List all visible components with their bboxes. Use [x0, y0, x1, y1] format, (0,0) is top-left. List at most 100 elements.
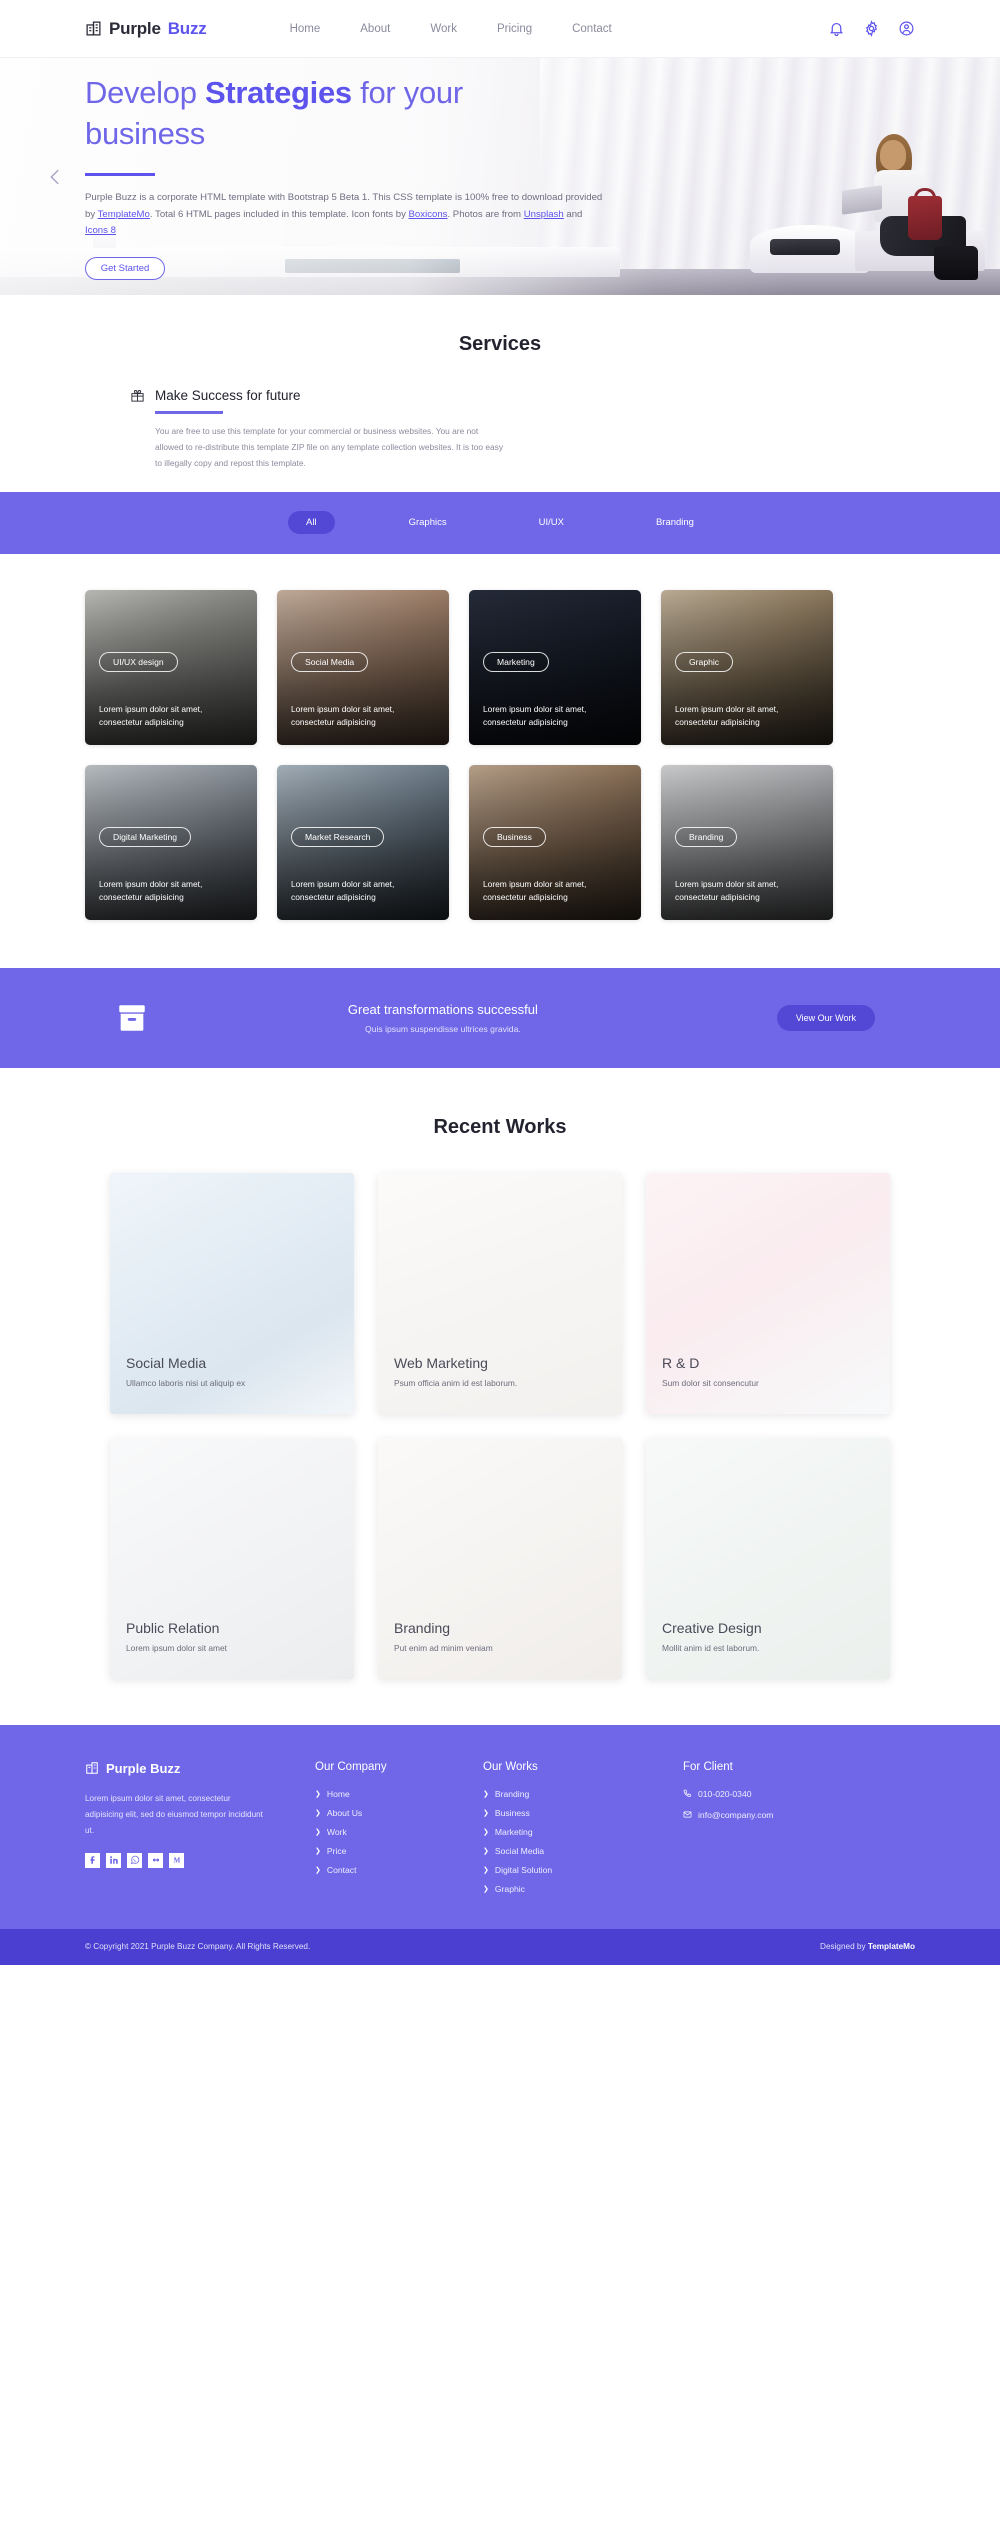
site-footer: Purple Buzz Lorem ipsum dolor sit amet, … [0, 1724, 1000, 1929]
hero-link-icons8[interactable]: Icons 8 [85, 225, 116, 236]
footer-link-label: Price [326, 1845, 347, 1856]
work-card[interactable]: R & D Sum dolor sit consencutur [646, 1172, 890, 1414]
brand-name-accent: Buzz [167, 18, 207, 38]
footer-email[interactable]: info@company.com [683, 1810, 883, 1821]
flickr-icon[interactable] [148, 1852, 163, 1868]
hero-link-boxicons[interactable]: Boxicons [409, 209, 448, 220]
nav-work[interactable]: Work [430, 23, 457, 35]
facebook-icon[interactable] [85, 1852, 100, 1868]
filter-tab-all[interactable]: All [288, 511, 335, 535]
building-icon [85, 20, 102, 37]
view-our-work-button[interactable]: View Our Work [776, 1004, 875, 1031]
project-tag: Digital Marketing [99, 826, 191, 847]
copyright-bar: © Copyright 2021 Purple Buzz Company. Al… [0, 1928, 1000, 1965]
footer-link-label: Work [326, 1826, 347, 1837]
work-title: Web Marketing [394, 1354, 488, 1371]
footer-link-about-us[interactable]: ❯ About Us [315, 1808, 483, 1818]
recent-works-title: Recent Works [433, 1115, 567, 1138]
project-card[interactable]: Branding Lorem ipsum dolor sit amet, con… [661, 764, 833, 920]
chevron-right-icon: ❯ [483, 1828, 489, 1836]
footer-work-social-media[interactable]: ❯ Social Media [483, 1846, 683, 1856]
filter-tab-graphics[interactable]: Graphics [391, 511, 465, 534]
hero-link-unsplash[interactable]: Unsplash [524, 209, 564, 220]
footer-link-work[interactable]: ❯ Work [315, 1827, 483, 1837]
social-links: M [85, 1852, 315, 1868]
work-title: Public Relation [126, 1619, 220, 1636]
work-subtitle: Ullamco laboris nisi ut aliquip ex [126, 1377, 246, 1388]
footer-work-branding[interactable]: ❯ Branding [483, 1789, 683, 1799]
project-card[interactable]: Social Media Lorem ipsum dolor sit amet,… [277, 589, 449, 745]
gift-icon [130, 388, 145, 403]
footer-link-price[interactable]: ❯ Price [315, 1846, 483, 1856]
work-card[interactable]: Web Marketing Psum officia anim id est l… [378, 1172, 622, 1414]
footer-brand[interactable]: Purple Buzz [85, 1761, 315, 1776]
nav-about[interactable]: About [360, 23, 390, 35]
project-desc: Lorem ipsum dolor sit amet, consectetur … [675, 878, 779, 903]
project-card[interactable]: Graphic Lorem ipsum dolor sit amet, cons… [661, 589, 833, 745]
footer-link-contact[interactable]: ❯ Contact [315, 1865, 483, 1875]
footer-phone[interactable]: 010-020-0340 [683, 1789, 883, 1800]
footer-link-label: Business [494, 1807, 530, 1818]
hero-title-pre: Develop [85, 75, 205, 111]
project-desc: Lorem ipsum dolor sit amet, consectetur … [291, 703, 395, 728]
hero-paragraph: Purple Buzz is a corporate HTML template… [85, 190, 605, 240]
service-item-title: Make Success for future [155, 388, 301, 403]
footer-link-home[interactable]: ❯ Home [315, 1789, 483, 1799]
project-desc: Lorem ipsum dolor sit amet, consectetur … [483, 878, 587, 903]
brand-name-primary: Purple [109, 18, 161, 38]
project-tag: Business [483, 826, 546, 847]
footer-link-label: Social Media [494, 1845, 545, 1856]
nav-icon-group [828, 20, 915, 37]
footer-works-column: Our Works ❯ Branding ❯ Business ❯ Marketing… [483, 1761, 683, 1903]
service-item: Make Success for future You are free to … [130, 388, 520, 472]
linkedin-icon[interactable] [106, 1852, 121, 1868]
get-started-button[interactable]: Get Started [85, 256, 165, 280]
cta-title: Great transformations successful [347, 1001, 538, 1017]
envelope-icon [683, 1810, 692, 1821]
hero-title-bold: Strategies [204, 75, 352, 111]
footer-work-digital-solution[interactable]: ❯ Digital Solution [483, 1865, 683, 1875]
svg-text:M: M [173, 1857, 180, 1865]
chevron-right-icon: ❯ [483, 1866, 489, 1874]
work-card[interactable]: Public Relation Lorem ipsum dolor sit am… [110, 1437, 354, 1679]
chevron-right-icon: ❯ [483, 1809, 489, 1817]
project-card[interactable]: Market Research Lorem ipsum dolor sit am… [277, 764, 449, 920]
gear-icon[interactable] [863, 20, 880, 37]
filter-tab-uiux[interactable]: UI/UX [521, 511, 582, 534]
footer-work-graphic[interactable]: ❯ Graphic [483, 1884, 683, 1894]
designed-by-brand[interactable]: TemplateMo [868, 1942, 915, 1951]
project-card[interactable]: Digital Marketing Lorem ipsum dolor sit … [85, 764, 257, 920]
project-card[interactable]: UI/UX design Lorem ipsum dolor sit amet,… [85, 589, 257, 745]
footer-work-business[interactable]: ❯ Business [483, 1808, 683, 1818]
designed-by-pre: Designed by [820, 1942, 868, 1952]
work-card[interactable]: Branding Put enim ad minim veniam [378, 1437, 622, 1679]
project-tag: Social Media [291, 651, 369, 672]
cta-banner: Great transformations successful Quis ip… [0, 967, 1000, 1068]
project-tag: UI/UX design [99, 651, 178, 672]
projects-row-2: Digital Marketing Lorem ipsum dolor sit … [85, 764, 915, 920]
whatsapp-icon[interactable] [127, 1852, 142, 1868]
medium-icon[interactable]: M [169, 1852, 184, 1868]
hero-section: Develop Strategies for your business Pur… [0, 58, 1000, 295]
chevron-right-icon: ❯ [315, 1847, 321, 1855]
nav-contact[interactable]: Contact [572, 23, 612, 35]
chevron-right-icon: ❯ [483, 1885, 489, 1893]
chevron-left-icon[interactable] [44, 166, 66, 188]
project-tag: Marketing [483, 651, 549, 672]
nav-pricing[interactable]: Pricing [497, 23, 532, 35]
project-card[interactable]: Business Lorem ipsum dolor sit amet, con… [469, 764, 641, 920]
work-card[interactable]: Creative Design Mollit anim id est labor… [646, 1437, 890, 1679]
work-card[interactable]: Social Media Ullamco laboris nisi ut ali… [110, 1172, 354, 1414]
projects-grid: UI/UX design Lorem ipsum dolor sit amet,… [0, 553, 1000, 968]
bell-icon[interactable] [828, 20, 845, 37]
nav-home[interactable]: Home [290, 23, 321, 35]
project-desc: Lorem ipsum dolor sit amet, consectetur … [675, 703, 779, 728]
hero-link-templatemo[interactable]: TemplateMo [98, 209, 150, 220]
footer-work-marketing[interactable]: ❯ Marketing [483, 1827, 683, 1837]
chevron-right-icon: ❯ [315, 1809, 321, 1817]
brand-logo[interactable]: Purple Buzz [85, 19, 207, 39]
footer-brand-column: Purple Buzz Lorem ipsum dolor sit amet, … [85, 1761, 315, 1903]
project-card[interactable]: Marketing Lorem ipsum dolor sit amet, co… [469, 589, 641, 745]
user-circle-icon[interactable] [898, 20, 915, 37]
filter-tab-branding[interactable]: Branding [638, 511, 712, 534]
